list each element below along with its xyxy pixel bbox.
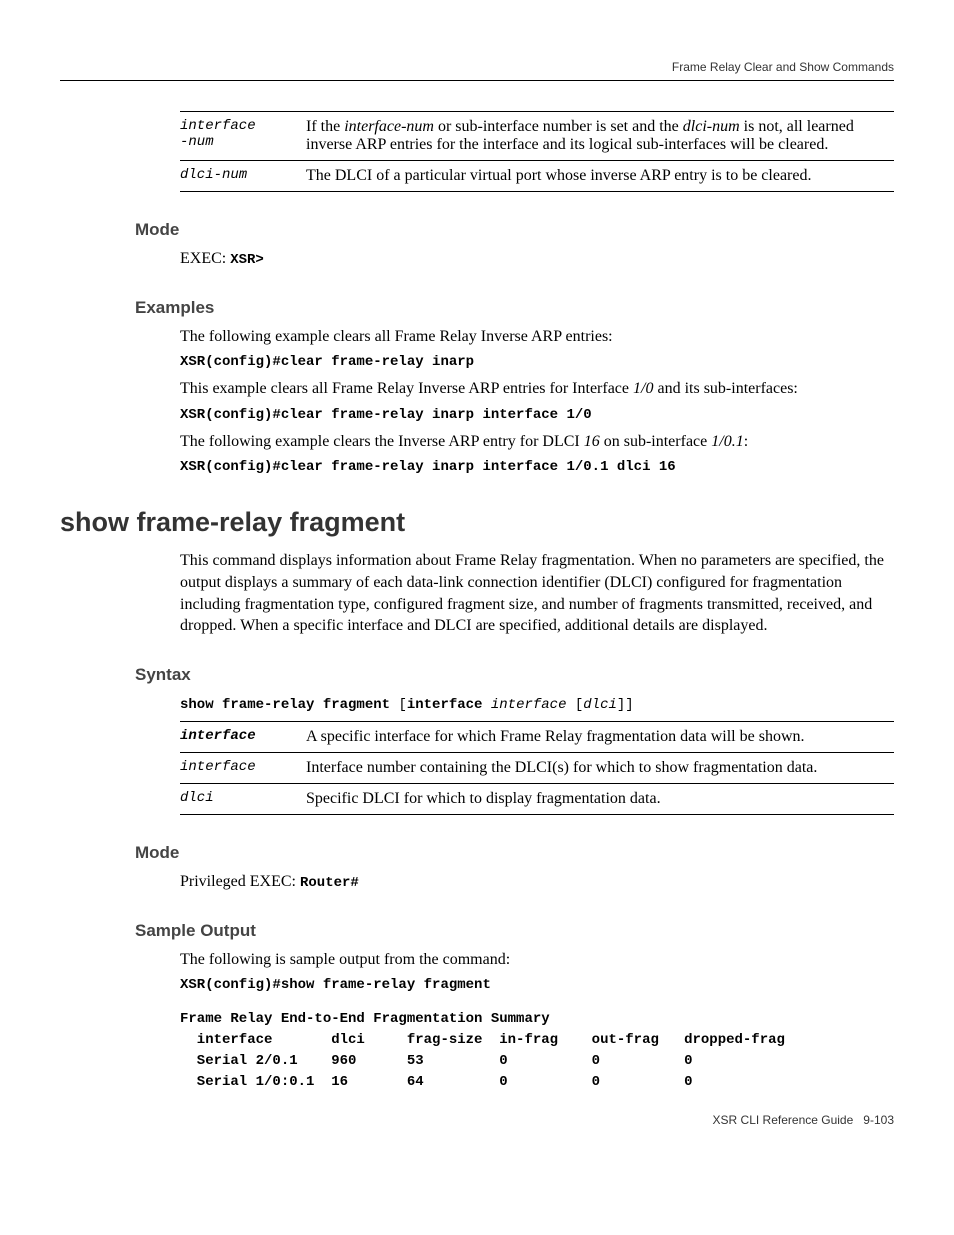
param-table-clear: interface -num If the interface-num or s…	[180, 111, 894, 192]
sample-cmd: XSR(config)#show frame-relay fragment	[180, 976, 894, 995]
param-desc: A specific interface for which Frame Rel…	[306, 721, 894, 752]
command-title: show frame-relay fragment	[60, 507, 894, 538]
param-desc: The DLCI of a particular virtual port wh…	[306, 161, 894, 192]
example-cmd: XSR(config)#clear frame-relay inarp inte…	[180, 406, 894, 425]
example-text: The following example clears the Inverse…	[180, 431, 894, 453]
param-row: dlci-num The DLCI of a particular virtua…	[180, 161, 894, 192]
param-row: interface A specific interface for which…	[180, 721, 894, 752]
param-dlci-arg: dlci	[180, 783, 306, 814]
heading-mode: Mode	[135, 220, 894, 240]
param-interface-keyword: interface	[180, 721, 306, 752]
sample-intro: The following is sample output from the …	[180, 949, 894, 971]
syntax-line: show frame-relay fragment [interface int…	[180, 693, 894, 715]
example-text: This example clears all Frame Relay Inve…	[180, 378, 894, 400]
sample-output-block: Frame Relay End-to-End Fragmentation Sum…	[180, 1009, 894, 1093]
param-interface-num: interface -num	[180, 112, 306, 161]
heading-mode2: Mode	[135, 843, 894, 863]
example-cmd: XSR(config)#clear frame-relay inarp	[180, 353, 894, 372]
param-desc: Interface number containing the DLCI(s) …	[306, 752, 894, 783]
mode2-text: Privileged EXEC: Router#	[180, 871, 894, 893]
param-row: interface Interface number containing th…	[180, 752, 894, 783]
heading-syntax: Syntax	[135, 665, 894, 685]
param-interface-arg: interface	[180, 752, 306, 783]
heading-sample-output: Sample Output	[135, 921, 894, 941]
param-row: dlci Specific DLCI for which to display …	[180, 783, 894, 814]
param-table-syntax: interface A specific interface for which…	[180, 721, 894, 815]
param-desc: Specific DLCI for which to display fragm…	[306, 783, 894, 814]
page-footer: XSR CLI Reference Guide 9-103	[60, 1113, 894, 1127]
example-cmd: XSR(config)#clear frame-relay inarp inte…	[180, 458, 894, 477]
example-text: The following example clears all Frame R…	[180, 326, 894, 348]
heading-examples: Examples	[135, 298, 894, 318]
page-header: Frame Relay Clear and Show Commands	[60, 60, 894, 81]
param-desc: If the interface-num or sub-interface nu…	[306, 112, 894, 161]
command-description: This command displays information about …	[180, 550, 894, 636]
mode-text: EXEC: XSR>	[180, 248, 894, 270]
param-dlci-num: dlci-num	[180, 161, 306, 192]
param-row: interface -num If the interface-num or s…	[180, 112, 894, 161]
